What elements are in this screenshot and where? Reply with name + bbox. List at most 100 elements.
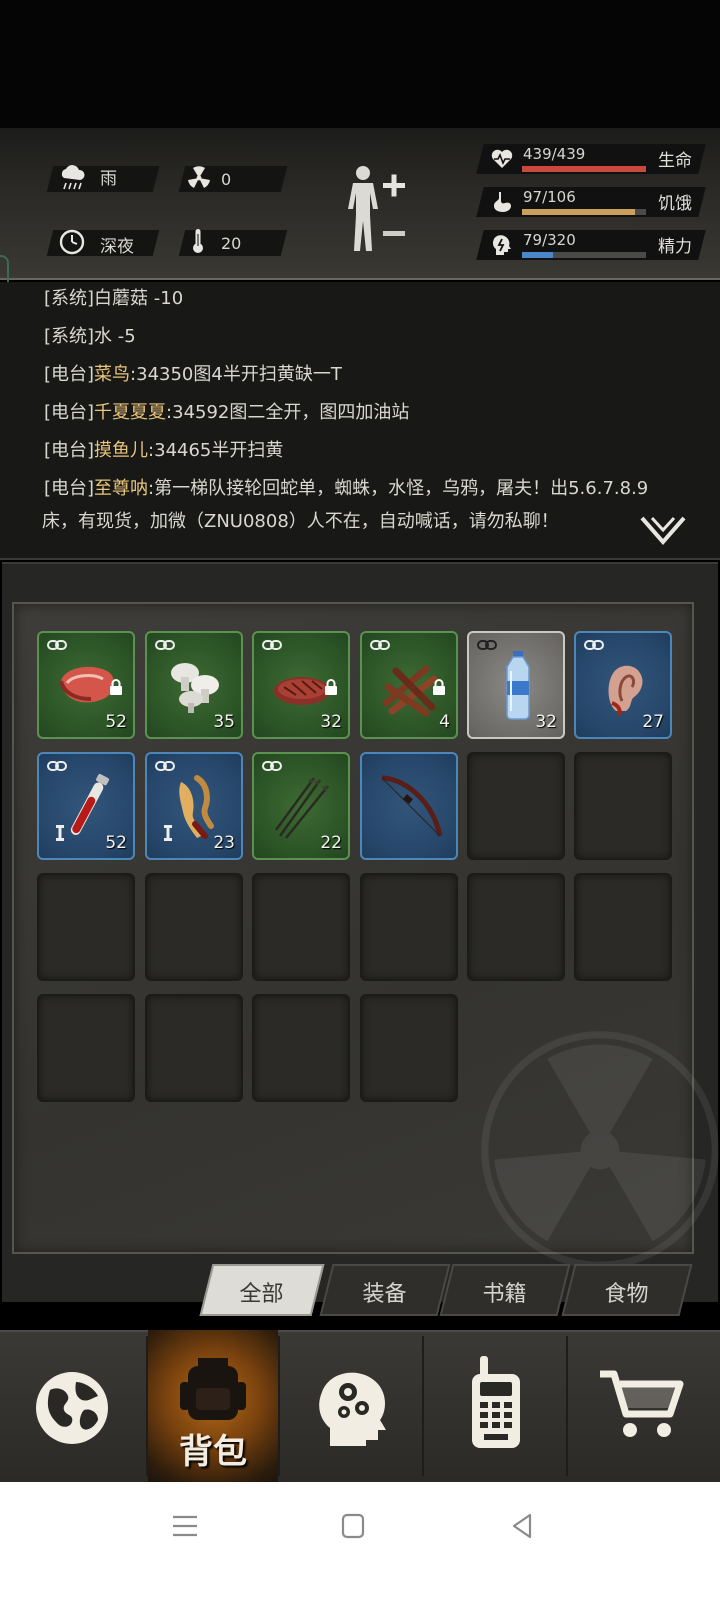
radiation-value: 0 [221, 170, 232, 189]
empty-slot[interactable] [252, 994, 350, 1102]
chat-line: [电台]千夏夏夏:34592图二全开，图四加油站 [44, 402, 410, 423]
item-quantity: 52 [105, 712, 127, 732]
tool-tag-icon [164, 825, 172, 841]
empty-slot[interactable] [574, 873, 672, 981]
chevron-down-icon[interactable] [638, 512, 688, 548]
empty-slot[interactable] [145, 994, 243, 1102]
link-icon [155, 640, 175, 650]
link-icon [477, 640, 497, 650]
chat-line: [系统]水 -5 [44, 326, 136, 347]
hunger-value: 97/106 [523, 188, 576, 206]
backpack-icon [180, 1358, 246, 1420]
chat-sender: 千夏夏夏 [94, 402, 167, 423]
chat-line: 床，有现货，加微（ZNU0808）人不在，自动喊话，请勿私聊！ [42, 511, 559, 532]
head-gears-icon [319, 1372, 386, 1446]
empty-slot[interactable] [360, 873, 458, 981]
top-blank-area [0, 0, 720, 128]
item-quantity: 32 [535, 712, 557, 732]
nav-backpack-label: 背包 [179, 1432, 247, 1472]
link-icon [47, 640, 67, 650]
tab-books[interactable]: 书籍 [439, 1264, 571, 1316]
item-slot-arrows[interactable]: 22 [252, 752, 350, 860]
chat-line: [电台]至尊呐:第一梯队接轮回蛇单，蜘蛛，水怪，乌鸦，屠夫！出5.6.7.8.9 [44, 478, 649, 499]
time-of-day-value: 深夜 [100, 237, 134, 257]
rain-cloud-icon [61, 165, 85, 190]
hunger-bar [522, 209, 646, 215]
nav-backpack[interactable]: 背包 [148, 1330, 278, 1482]
radiation-watermark-icon [481, 1031, 719, 1269]
mushroom-icon [171, 663, 219, 713]
health-value: 439/439 [523, 145, 586, 163]
empty-slot[interactable] [574, 752, 672, 860]
weather-value: 雨 [100, 169, 117, 189]
nav-skills[interactable] [280, 1330, 422, 1482]
item-quantity: 22 [320, 833, 342, 853]
chat-line: [电台]菜鸟:34350图4半开扫黄缺一T [44, 364, 342, 385]
temperature-value: 20 [221, 234, 242, 253]
empty-slot[interactable] [467, 873, 565, 981]
item-quantity: 27 [642, 712, 664, 732]
ear-icon [608, 665, 643, 717]
stomach-icon [494, 192, 511, 212]
tab-food[interactable]: 食物 [561, 1264, 693, 1316]
lock-icon [110, 679, 122, 695]
chat-sender: 至尊呐 [94, 478, 149, 499]
empty-slot[interactable] [145, 873, 243, 981]
minus-icon [383, 231, 405, 236]
lock-icon [325, 679, 337, 695]
bow-icon [381, 775, 443, 837]
walkie-talkie-icon [472, 1356, 520, 1448]
item-slot-claw[interactable]: 23 [145, 752, 243, 860]
item-quantity: 32 [320, 712, 342, 732]
system-navigation-bar [0, 1482, 720, 1600]
link-icon [262, 640, 282, 650]
item-quantity: 4 [439, 712, 450, 732]
link-icon [584, 640, 604, 650]
empty-slot[interactable] [37, 994, 135, 1102]
item-slot-raw-steak[interactable]: 52 [37, 631, 135, 739]
back-icon[interactable] [510, 1512, 534, 1540]
item-quantity: 52 [105, 833, 127, 853]
empty-slot[interactable] [467, 752, 565, 860]
empty-slot[interactable] [252, 873, 350, 981]
empty-slot[interactable] [37, 873, 135, 981]
shopping-cart-icon [600, 1370, 684, 1437]
energy-value: 79/320 [523, 231, 576, 249]
item-slot-ear[interactable]: 27 [574, 631, 672, 739]
empty-slot[interactable] [360, 994, 458, 1102]
energy-label: 精力 [658, 237, 692, 257]
nav-shop[interactable] [568, 1330, 720, 1482]
tool-tag-icon [56, 825, 64, 841]
chat-line: [系统]白蘑菇 -10 [44, 288, 184, 309]
item-quantity: 35 [213, 712, 235, 732]
thermometer-icon [193, 229, 203, 253]
link-icon [47, 761, 67, 771]
tab-equipment[interactable]: 装备 [319, 1264, 451, 1316]
tab-all[interactable]: 全部 [199, 1264, 325, 1316]
item-slot-cooked-meat[interactable]: 32 [252, 631, 350, 739]
nav-radio[interactable] [424, 1330, 566, 1482]
health-stat: 439/439 生命 [476, 144, 706, 174]
globe-icon [36, 1372, 108, 1444]
item-quantity: 23 [213, 833, 235, 853]
item-slot-jerky[interactable]: 4 [360, 631, 458, 739]
link-icon [262, 761, 282, 771]
water-bottle-icon [506, 651, 530, 720]
nav-world-map[interactable] [0, 1330, 146, 1482]
link-icon [155, 761, 175, 771]
item-slot-water-bottle[interactable]: 32 [467, 631, 565, 739]
menu-icon[interactable] [172, 1514, 198, 1538]
item-slot-mushroom[interactable]: 35 [145, 631, 243, 739]
character-body-button[interactable] [345, 163, 415, 263]
energy-stat: 79/320 精力 [476, 230, 706, 260]
link-icon [370, 640, 390, 650]
arrows-icon [274, 777, 329, 839]
health-bar [522, 166, 646, 172]
home-icon[interactable] [341, 1513, 365, 1539]
lock-icon [433, 679, 445, 695]
hunger-stat: 97/106 饥饿 [476, 187, 706, 217]
heart-icon [491, 149, 513, 168]
item-slot-bow[interactable] [360, 752, 458, 860]
item-slot-blood-vial[interactable]: 52 [37, 752, 135, 860]
hunger-label: 饥饿 [658, 194, 692, 214]
